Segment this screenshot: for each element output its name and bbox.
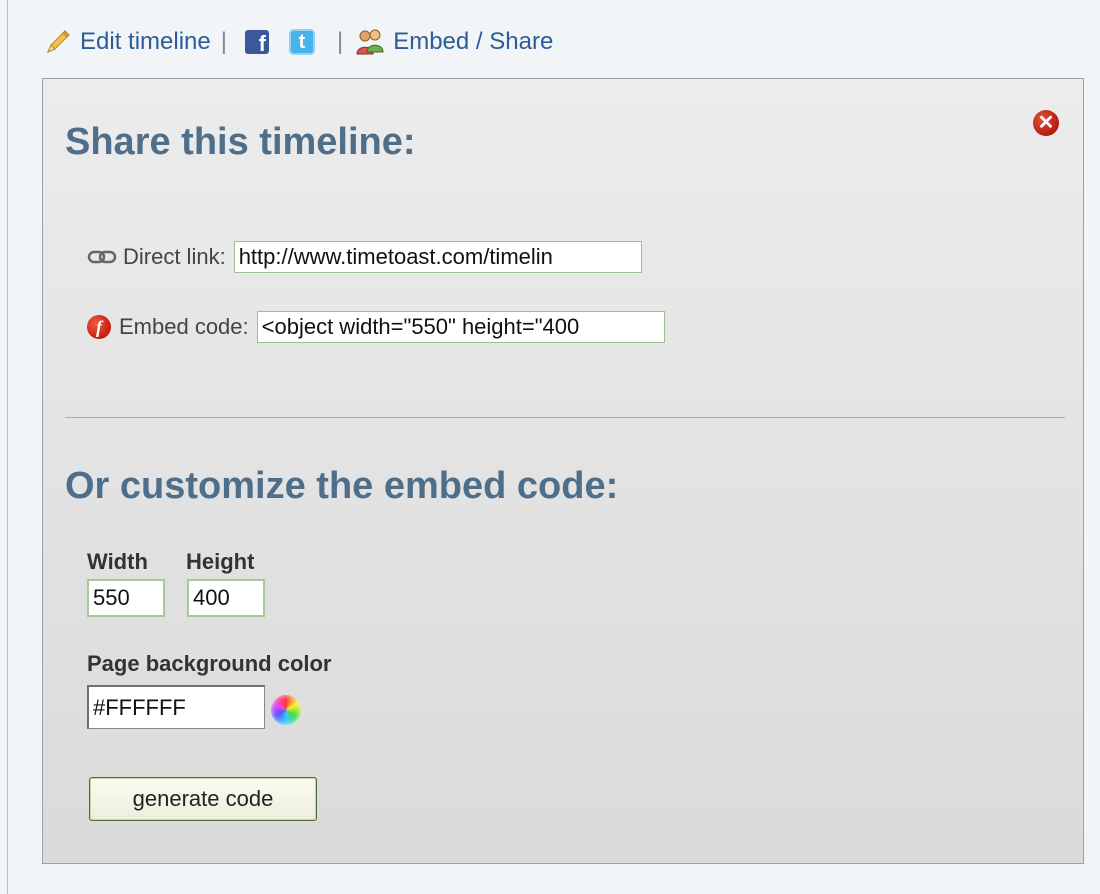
customize-heading: Or customize the embed code:	[65, 465, 619, 507]
embed-share-link[interactable]: Embed / Share	[393, 28, 553, 56]
width-field[interactable]	[87, 579, 165, 617]
share-toolbar: Edit timeline | f t | Embed / Share	[44, 26, 553, 58]
color-picker-icon[interactable]	[271, 695, 301, 725]
close-icon[interactable]: ✕	[1033, 110, 1059, 136]
facebook-icon[interactable]: f	[244, 30, 269, 55]
height-label: Height	[186, 549, 255, 574]
embed-code-label: Embed code:	[119, 314, 249, 339]
height-field[interactable]	[187, 579, 265, 617]
pencil-icon	[47, 30, 70, 53]
share-heading: Share this timeline:	[65, 121, 416, 163]
chain-link-icon	[87, 250, 117, 264]
generate-code-button[interactable]: generate code	[89, 777, 317, 821]
toolbar-separator: |	[220, 28, 227, 55]
background-color-label: Page background color	[87, 651, 332, 676]
share-panel: ✕ Share this timeline: Direct link: f Em…	[42, 78, 1084, 864]
width-label: Width	[87, 549, 148, 574]
direct-link-field[interactable]	[233, 241, 642, 273]
section-divider	[65, 417, 1065, 418]
flash-icon: f	[87, 315, 111, 339]
twitter-icon[interactable]: t	[288, 29, 315, 55]
background-color-field[interactable]	[87, 685, 265, 729]
embed-code-row: f Embed code:	[87, 311, 665, 343]
people-icon	[356, 29, 384, 55]
embed-code-field[interactable]	[256, 311, 665, 343]
toolbar-separator: |	[336, 28, 344, 55]
edit-timeline-link[interactable]: Edit timeline	[80, 28, 211, 56]
direct-link-label: Direct link:	[123, 244, 226, 269]
direct-link-row: Direct link:	[87, 241, 642, 273]
